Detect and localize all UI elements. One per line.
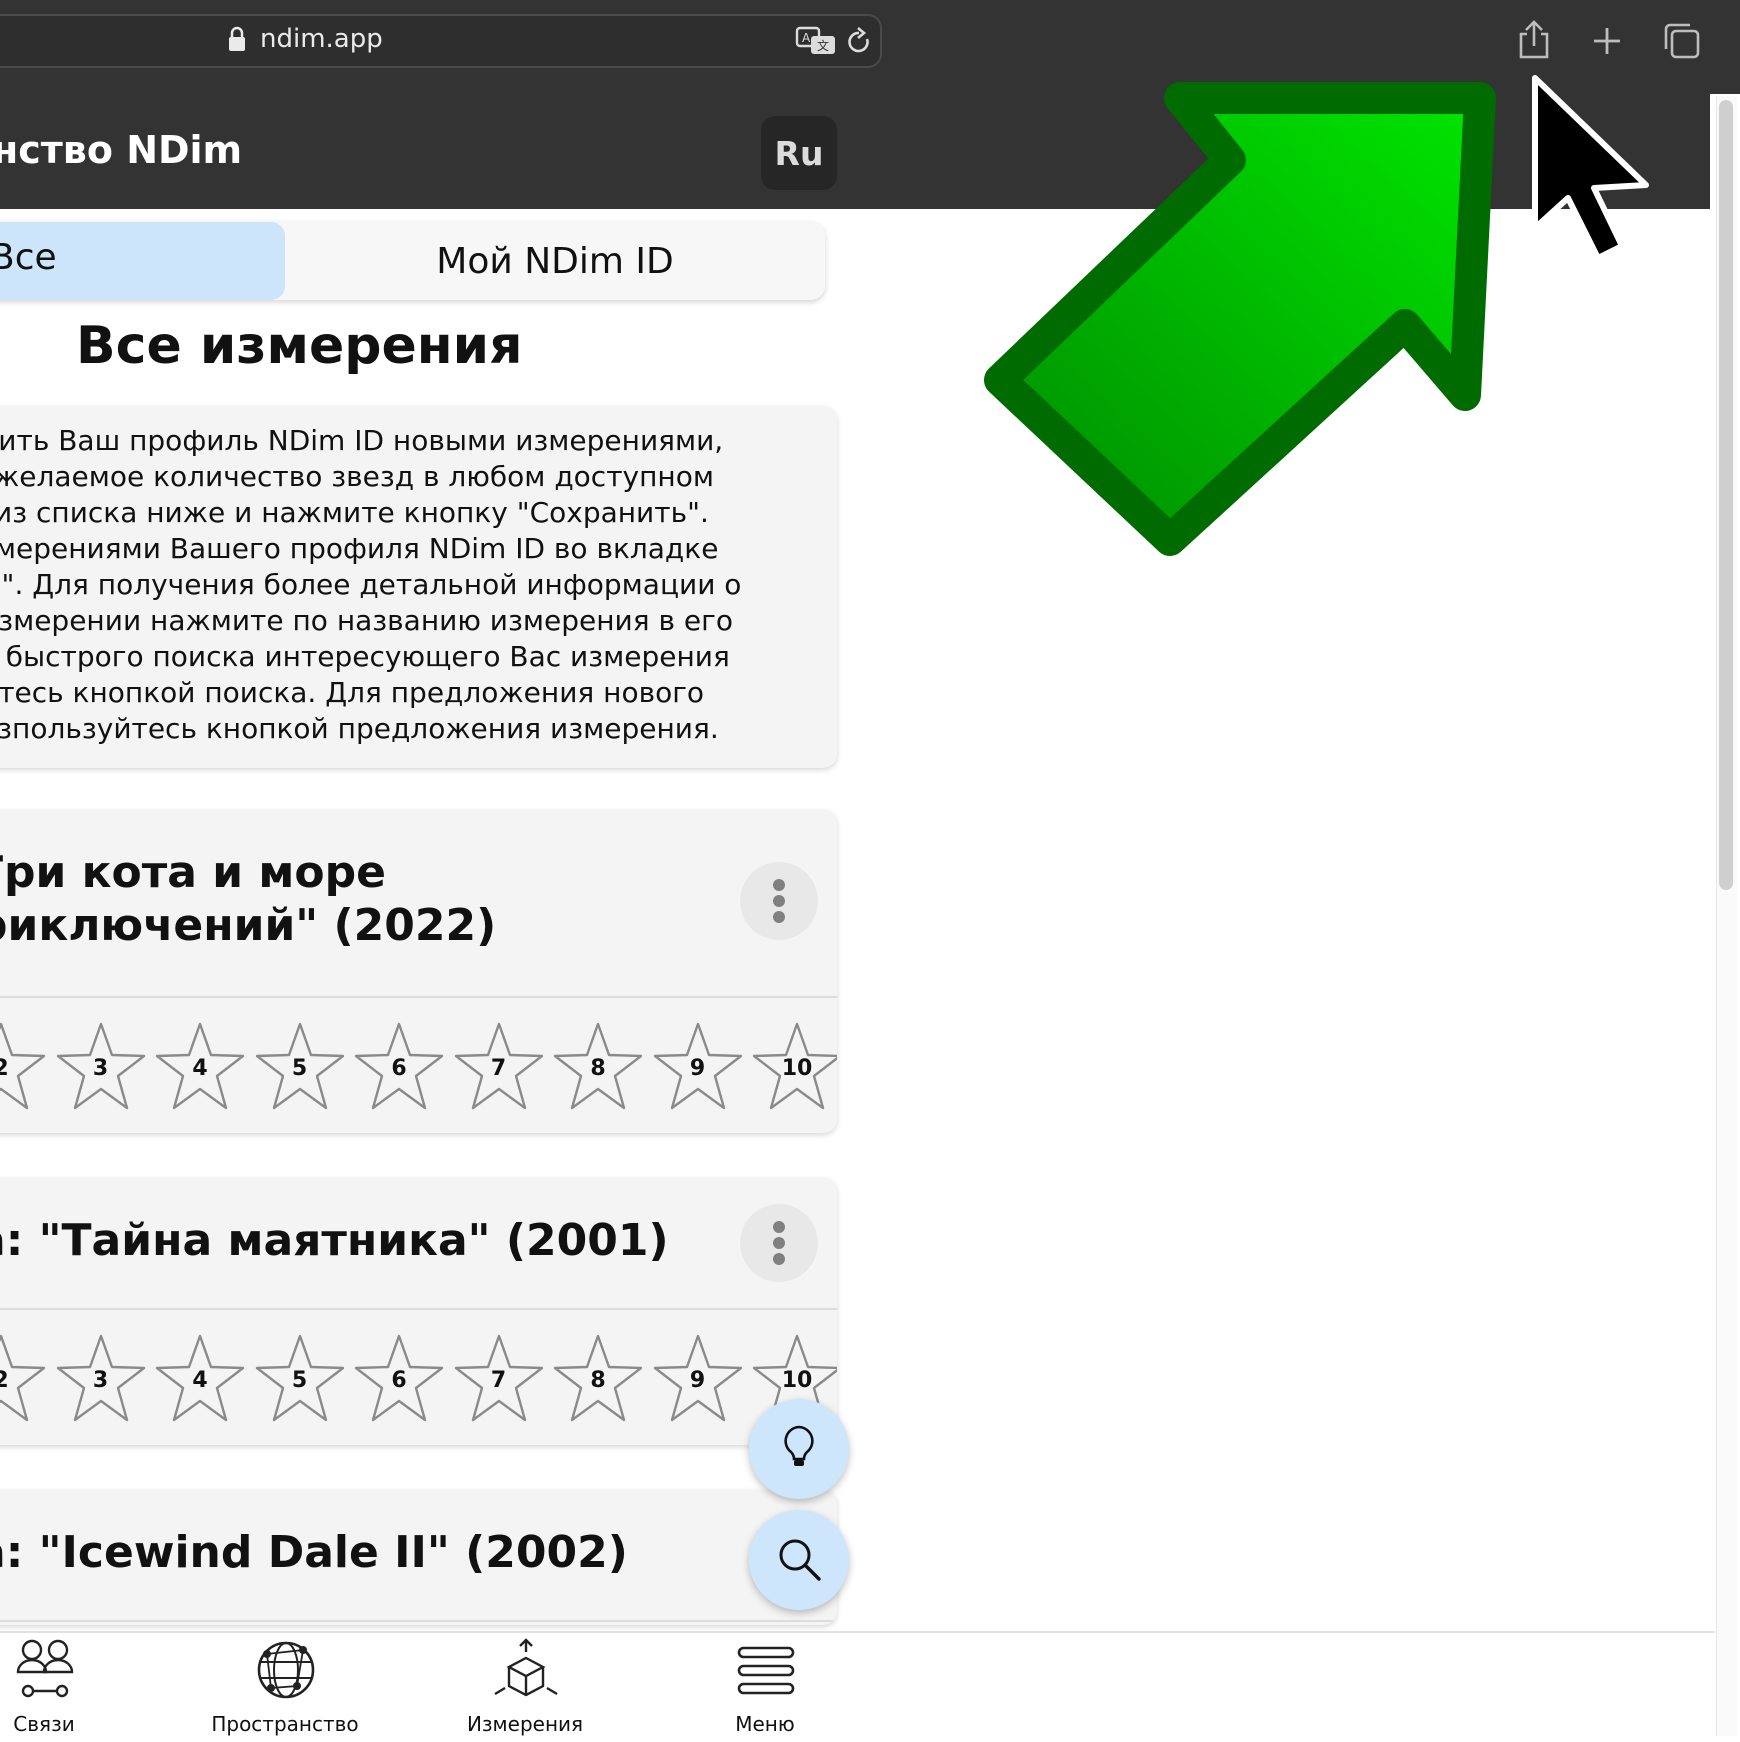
search-button[interactable] [749, 1510, 849, 1610]
page-title: Все измерения [76, 316, 523, 376]
dimension-card: а: "Тайна маятника" (2001) 2 3 4 5 6 7 8 9 10 [0, 1178, 837, 1445]
rating-star[interactable]: 2 [0, 1334, 46, 1424]
info-line: озпользуйтесь кнопкой предложения измере… [0, 712, 719, 745]
nav-label: Измерения [466, 1712, 584, 1736]
lightbulb-icon [784, 1425, 814, 1466]
nav-label: Связи [13, 1712, 75, 1736]
translate-icon[interactable]: A 文 [795, 26, 837, 56]
rating-star-label: 3 [92, 1368, 109, 1393]
reload-icon[interactable] [845, 27, 873, 57]
dimension-card: а: "Icewind Dale II" (2002) [0, 1490, 837, 1625]
card-divider [0, 1620, 837, 1622]
info-line: измерении нажмите по названию измерения … [0, 604, 733, 637]
nav-label: Меню [735, 1712, 795, 1736]
svg-text:A: A [802, 31, 811, 45]
new-tab-plus-icon[interactable] [1590, 24, 1624, 58]
rating-star-label: 2 [0, 1056, 9, 1081]
more-vertical-icon [773, 1221, 785, 1265]
rating-star-label: 9 [689, 1056, 706, 1081]
rating-star-label: 6 [391, 1368, 407, 1393]
rating-star-label: 10 [781, 1368, 813, 1393]
app-header [0, 94, 1710, 209]
info-line: желаемое количество звезд в любом доступ… [0, 460, 714, 493]
more-options-button[interactable] [740, 1204, 818, 1282]
rating-star[interactable]: 7 [454, 1022, 544, 1112]
rating-star-label: 10 [781, 1056, 813, 1081]
globe-network-icon [257, 1641, 315, 1699]
rating-star[interactable]: 2 [0, 1022, 46, 1112]
svg-text:文: 文 [817, 38, 829, 53]
tab-my-ndim-id[interactable]: Мой NDim ID [285, 222, 825, 300]
tab-all[interactable]: Все [0, 222, 285, 300]
tab-switcher: Все Мой NDim ID [0, 222, 825, 300]
rating-star-label: 7 [490, 1056, 507, 1081]
app-title: нство NDim [0, 128, 243, 172]
rating-star[interactable]: 8 [553, 1334, 643, 1424]
info-line: йтесь кнопкой поиска. Для предложения но… [0, 676, 705, 709]
menu-icon [737, 1646, 795, 1695]
more-vertical-icon [773, 879, 785, 923]
rating-star[interactable]: 3 [56, 1334, 146, 1424]
rating-star[interactable]: 3 [56, 1022, 146, 1112]
cube-dimensions-icon [494, 1638, 558, 1697]
info-box: нить Ваш профиль NDim ID новыми измерени… [0, 406, 837, 768]
tab-all-label: Все [0, 237, 57, 278]
rating-star-label: 9 [689, 1368, 706, 1393]
rating-star-label: 5 [291, 1056, 308, 1081]
rating-star[interactable]: 7 [454, 1334, 544, 1424]
rating-star[interactable]: 8 [553, 1022, 643, 1112]
rating-star-label: 5 [291, 1368, 308, 1393]
card-title-line[interactable]: Гри кота и море [0, 846, 386, 899]
rating-star[interactable]: 5 [255, 1334, 345, 1424]
card-title-line[interactable]: риключений" (2022) [0, 899, 496, 952]
address-bar[interactable] [0, 14, 882, 68]
people-icon [16, 1639, 74, 1698]
dimension-card: Гри кота и море риключений" (2022) 2 3 4 5 6… [0, 810, 837, 1133]
info-line: из списка ниже и нажмите кнопку "Сохрани… [0, 496, 709, 529]
more-options-button[interactable] [740, 862, 818, 940]
rating-star-label: 4 [192, 1368, 208, 1393]
rating-star[interactable]: 10 [752, 1022, 837, 1112]
nav-item-connections[interactable]: Связи [0, 1636, 144, 1736]
rating-star-label: 4 [192, 1056, 208, 1081]
rating-star-label: 3 [92, 1056, 109, 1081]
rating-star[interactable]: 4 [155, 1334, 245, 1424]
card-divider [0, 1308, 837, 1310]
info-line: нить Ваш профиль NDim ID новыми измерени… [0, 424, 724, 457]
rating-star[interactable]: 6 [354, 1022, 444, 1112]
rating-star-label: 8 [590, 1056, 606, 1081]
lock-icon [229, 26, 245, 51]
card-title-line[interactable]: а: "Тайна маятника" (2001) [0, 1214, 669, 1267]
nav-label: Пространство [211, 1712, 359, 1736]
rating-star-label: 8 [590, 1368, 606, 1393]
info-line: я быстрого поиска интересующего Вас изме… [0, 640, 730, 673]
card-divider [0, 996, 837, 998]
search-icon [779, 1539, 821, 1581]
rating-star[interactable]: 9 [653, 1334, 743, 1424]
card-title-line[interactable]: а: "Icewind Dale II" (2002) [0, 1526, 628, 1579]
share-icon[interactable] [1516, 20, 1552, 60]
rating-star-label: 7 [490, 1368, 507, 1393]
nav-item-space[interactable]: Пространство [185, 1636, 385, 1736]
rating-star[interactable]: 4 [155, 1022, 245, 1112]
url-text[interactable]: ndim.app [260, 24, 383, 54]
rating-star-label: 2 [0, 1368, 9, 1393]
rating-star[interactable]: 6 [354, 1334, 444, 1424]
info-line: змерениями Вашего профиля NDim ID во вкл… [0, 532, 719, 565]
rating-star-label: 6 [391, 1056, 407, 1081]
rating-star[interactable]: 5 [255, 1022, 345, 1112]
nav-item-dimensions[interactable]: Измерения [425, 1636, 625, 1736]
info-line: D". Для получения более детальной информ… [0, 568, 742, 601]
suggest-dimension-button[interactable] [749, 1399, 849, 1499]
language-button[interactable]: Ru [761, 116, 837, 190]
rating-star[interactable]: 9 [653, 1022, 743, 1112]
tabs-overview-icon[interactable] [1662, 22, 1702, 60]
scrollbar-thumb[interactable] [1719, 100, 1733, 890]
nav-item-menu[interactable]: Меню [665, 1636, 865, 1736]
